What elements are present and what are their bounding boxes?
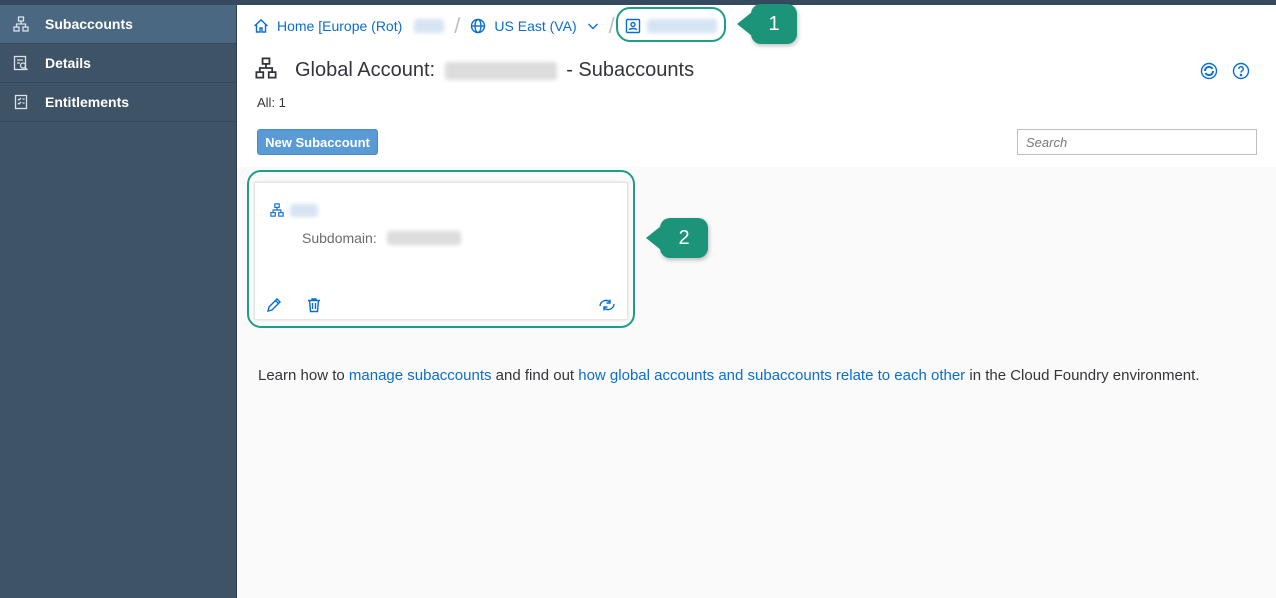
sidebar-item-details[interactable]: Details [0, 44, 236, 83]
breadcrumb-home[interactable]: Home [Europe (Rot) [253, 18, 445, 34]
chevron-down-icon[interactable] [587, 20, 599, 32]
breadcrumb-region[interactable]: US East (VA) [470, 18, 598, 34]
move-icon[interactable] [598, 297, 615, 313]
manage-subaccounts-link[interactable]: manage subaccounts [349, 367, 492, 384]
subaccount-tile[interactable]: Subdomain: [254, 182, 628, 320]
redacted-text [386, 231, 461, 245]
sidebar-item-label: Details [45, 55, 91, 71]
hierarchy-icon [255, 57, 277, 84]
callout-badge: 1 [737, 4, 797, 44]
refresh-icon[interactable] [1200, 62, 1218, 80]
help-icon[interactable] [1232, 62, 1250, 80]
breadcrumb-separator: / [608, 13, 615, 38]
hierarchy-icon [270, 203, 284, 217]
new-subaccount-button[interactable]: New Subaccount [257, 129, 378, 155]
breadcrumb-global-account[interactable] [625, 18, 717, 34]
subdomain-row: Subdomain: [302, 230, 461, 246]
redacted-text [444, 61, 557, 80]
hierarchy-icon [12, 15, 30, 33]
breadcrumb: Home [Europe (Rot) / US East (VA) / [253, 13, 717, 38]
sidebar-item-label: Entitlements [45, 94, 130, 110]
item-count: All: 1 [257, 95, 286, 110]
globe-icon [471, 18, 486, 34]
search-input[interactable] [1017, 129, 1257, 155]
breadcrumb-separator: / [454, 13, 461, 38]
global-account-icon [625, 18, 640, 34]
edit-icon[interactable] [266, 297, 282, 313]
help-text: Learn how to manage subaccounts and find… [258, 367, 1200, 384]
sidebar-item-subaccounts[interactable]: Subaccounts [0, 5, 236, 44]
page-title: Global Account: - Subaccounts [295, 59, 695, 81]
title-row: Global Account: - Subaccounts [255, 57, 694, 84]
subaccount-name[interactable] [270, 203, 318, 217]
delete-icon[interactable] [306, 297, 322, 313]
sidebar-item-label: Subaccounts [45, 16, 133, 32]
redacted-text [290, 203, 318, 217]
details-icon [12, 54, 30, 72]
redacted-text [414, 19, 445, 33]
sidebar-item-entitlements[interactable]: Entitlements [0, 83, 236, 122]
home-icon [254, 19, 268, 33]
account-relation-link[interactable]: how global accounts and subaccounts rela… [578, 367, 965, 384]
sidebar: Subaccounts Details Entitlements [0, 5, 237, 598]
entitlements-icon [12, 93, 30, 111]
redacted-text [646, 19, 717, 33]
callout-badge: 2 [646, 218, 708, 258]
